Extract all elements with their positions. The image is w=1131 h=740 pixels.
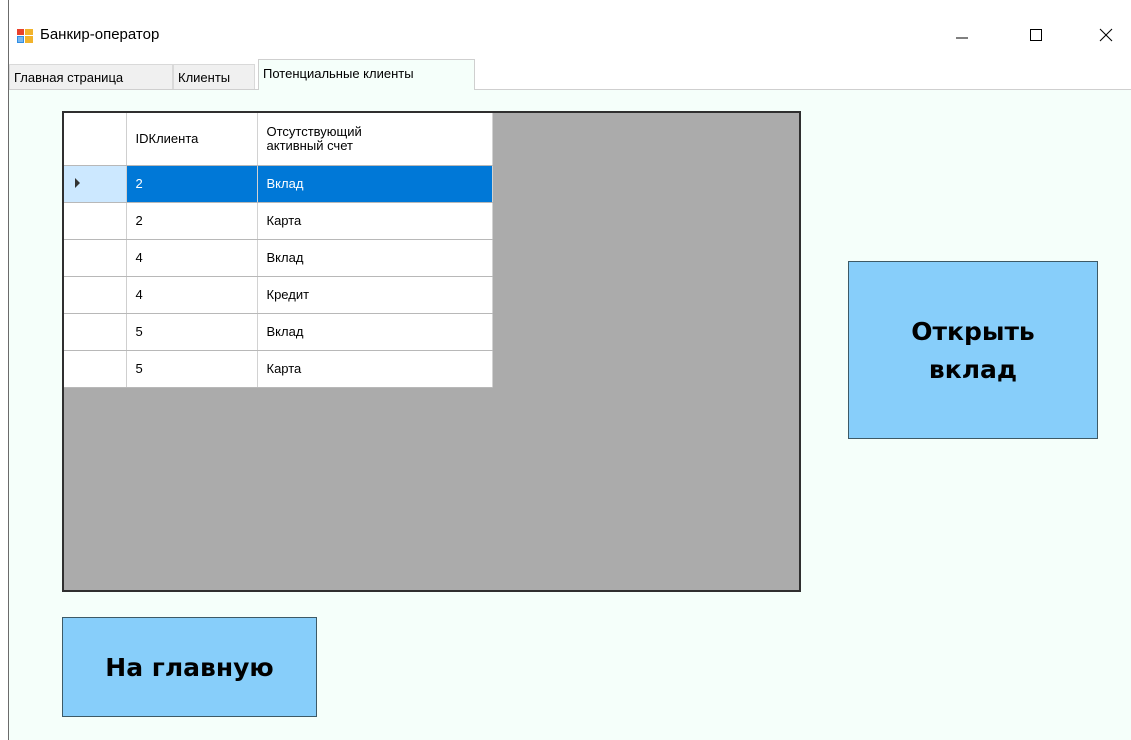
row-header[interactable] <box>64 276 127 314</box>
cell-client-id[interactable]: 4 <box>126 239 258 277</box>
cell-account[interactable]: Вклад <box>257 239 493 277</box>
table-row[interactable]: 4 Вклад <box>64 239 493 277</box>
table-row[interactable]: 5 Карта <box>64 350 493 388</box>
cell-client-id[interactable]: 2 <box>126 202 258 240</box>
open-deposit-button[interactable]: Открыть вклад <box>848 261 1098 439</box>
cell-account[interactable]: Вклад <box>257 165 493 203</box>
row-header[interactable] <box>64 350 127 388</box>
row-header[interactable] <box>64 313 127 351</box>
maximize-icon[interactable] <box>1016 18 1056 52</box>
grid-table: IDКлиента Отсутствующий активный счет 2 … <box>64 113 493 388</box>
row-header[interactable] <box>64 165 127 203</box>
cell-account[interactable]: Вклад <box>257 313 493 351</box>
table-row[interactable]: 5 Вклад <box>64 313 493 351</box>
row-header[interactable] <box>64 202 127 240</box>
column-header-missing-account[interactable]: Отсутствующий активный счет <box>257 113 493 166</box>
grid-header-row: IDКлиента Отсутствующий активный счет <box>64 113 493 166</box>
cell-client-id[interactable]: 4 <box>126 276 258 314</box>
close-icon[interactable] <box>1086 18 1126 52</box>
row-header-corner[interactable] <box>64 113 127 166</box>
row-header[interactable] <box>64 239 127 277</box>
table-row[interactable]: 4 Кредит <box>64 276 493 314</box>
cell-client-id[interactable]: 2 <box>126 165 258 203</box>
tab-clients[interactable]: Клиенты <box>173 64 255 89</box>
open-deposit-label: Открыть вклад <box>911 317 1035 384</box>
cell-account[interactable]: Карта <box>257 350 493 388</box>
tab-potential-clients[interactable]: Потенциальные клиенты <box>258 59 475 90</box>
to-main-button[interactable]: На главную <box>62 617 317 717</box>
table-row[interactable]: 2 Вклад <box>64 165 493 203</box>
tab-main-page[interactable]: Главная страница <box>9 64 173 89</box>
window-title: Банкир-оператор <box>40 26 160 43</box>
minimize-icon[interactable] <box>942 18 982 52</box>
current-row-arrow-icon <box>75 178 80 188</box>
winforms-app-icon <box>17 29 33 43</box>
clients-data-grid[interactable]: IDКлиента Отсутствующий активный счет 2 … <box>62 111 801 592</box>
cell-account[interactable]: Кредит <box>257 276 493 314</box>
cell-client-id[interactable]: 5 <box>126 313 258 351</box>
cell-account[interactable]: Карта <box>257 202 493 240</box>
column-header-client-id[interactable]: IDКлиента <box>126 113 258 166</box>
cell-client-id[interactable]: 5 <box>126 350 258 388</box>
table-row[interactable]: 2 Карта <box>64 202 493 240</box>
app-window: Банкир-оператор Главная страница Клиенты… <box>0 0 1131 740</box>
